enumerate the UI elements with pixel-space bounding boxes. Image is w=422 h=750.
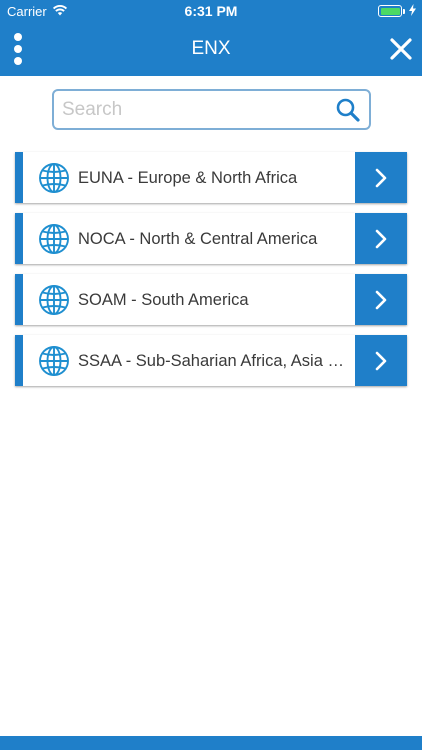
region-row-euna[interactable]: EUNA - Europe & North Africa: [15, 152, 407, 203]
region-label: SSAA - Sub-Saharian Africa, Asia & Austr…: [78, 352, 353, 370]
globe-icon: [38, 223, 70, 255]
row-arrow-button[interactable]: [355, 335, 407, 386]
clock: 6:31 PM: [184, 3, 238, 19]
region-row-ssaa[interactable]: SSAA - Sub-Saharian Africa, Asia & Austr…: [15, 335, 407, 386]
search-input[interactable]: [62, 96, 330, 124]
search-box: [52, 89, 371, 130]
row-accent-bar: [15, 213, 23, 264]
row-arrow-button[interactable]: [355, 152, 407, 203]
row-arrow-button[interactable]: [355, 274, 407, 325]
battery-icon: [378, 5, 402, 17]
globe-icon: [38, 162, 70, 194]
navigation-bar: ENX: [0, 22, 422, 76]
close-icon[interactable]: [388, 36, 414, 62]
region-row-soam[interactable]: SOAM - South America: [15, 274, 407, 325]
charging-icon: [409, 4, 416, 19]
status-bar: Carrier 6:31 PM: [0, 0, 422, 22]
chevron-right-icon: [375, 168, 387, 188]
region-list: EUNA - Europe & North Africa NOCA - Nort…: [15, 152, 407, 396]
chevron-right-icon: [375, 290, 387, 310]
search-icon[interactable]: [335, 97, 361, 123]
globe-icon: [38, 345, 70, 377]
globe-icon: [38, 284, 70, 316]
region-label: EUNA - Europe & North Africa: [78, 169, 298, 187]
row-arrow-button[interactable]: [355, 213, 407, 264]
row-accent-bar: [15, 274, 23, 325]
region-label: SOAM - South America: [78, 291, 249, 309]
battery-tip: [403, 9, 405, 14]
chevron-right-icon: [375, 229, 387, 249]
chevron-right-icon: [375, 351, 387, 371]
page-title: ENX: [191, 38, 231, 59]
bottom-bar: [0, 736, 422, 750]
row-accent-bar: [15, 152, 23, 203]
region-label: NOCA - North & Central America: [78, 230, 318, 248]
region-row-noca[interactable]: NOCA - North & Central America: [15, 213, 407, 264]
row-accent-bar: [15, 335, 23, 386]
